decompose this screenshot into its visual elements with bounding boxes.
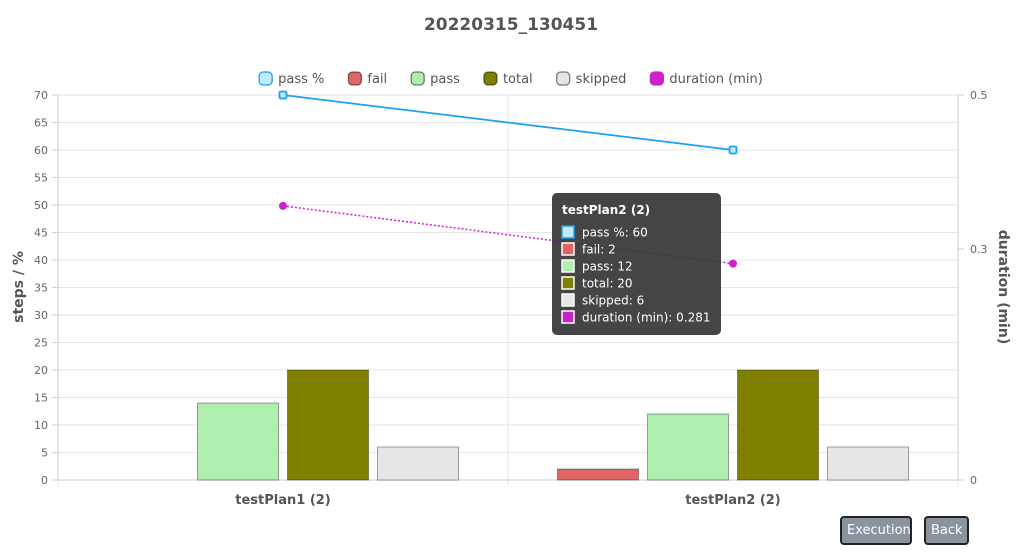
axes: 0 5 10 15 20 25 30 35 40 45 50 55 60 65 70 0 0.3 0.5 testP… (34, 89, 988, 508)
y-left-tick-label: 0 (41, 474, 48, 487)
legend-label-duration-min: duration (min) (669, 72, 763, 87)
bar-fail[interactable] (557, 468, 639, 481)
tooltip-line: skipped: 6 (582, 294, 644, 308)
bar-total[interactable] (737, 369, 819, 481)
y-left-tick-label: 10 (34, 419, 48, 432)
y-left-tick-label: 5 (41, 447, 48, 460)
tooltip: testPlan2 (2) pass %: 60 fail: 2 pass: 12 to… (552, 193, 721, 335)
tooltip-swatch-pass (561, 259, 575, 273)
legend-label-fail: fail (367, 72, 387, 87)
bar-total[interactable] (287, 369, 369, 481)
legend-label-skipped: skipped (576, 72, 627, 87)
point-pass[interactable] (728, 145, 738, 155)
bar-pass[interactable] (647, 413, 729, 481)
bar-skipped[interactable] (827, 446, 909, 481)
x-tick-label: testPlan2 (2) (685, 493, 781, 508)
y-axis-left-title: steps / % (11, 251, 27, 323)
y-left-tick-label: 65 (34, 117, 48, 130)
y-left-tick-label: 45 (34, 227, 48, 240)
tooltip-swatch-total (561, 276, 575, 290)
y-left-tick-label: 50 (34, 199, 48, 212)
chart-title: 20220315_130451 (424, 15, 598, 35)
y-right-tick-label: 0.5 (970, 89, 988, 102)
y-left-tick-label: 55 (34, 172, 48, 185)
tooltip-swatch-skipped (561, 293, 575, 307)
point-duration-min[interactable] (729, 259, 737, 268)
legend-swatch-skipped[interactable] (556, 71, 571, 86)
legend-label-pass: pass (430, 72, 460, 87)
y-left-tick-label: 40 (34, 254, 48, 267)
point-duration-min[interactable] (279, 201, 287, 210)
y-left-tick-label: 25 (34, 337, 48, 350)
legend-swatch-fail[interactable] (347, 71, 363, 86)
legend-swatch-duration-min[interactable] (649, 71, 665, 86)
tooltip-swatch-pass (561, 225, 575, 239)
legend-label-pass: pass % (278, 72, 324, 87)
y-axis-right-title: duration (min) (995, 230, 1011, 344)
tooltip-title: testPlan2 (2) (562, 203, 650, 217)
chart: 20220315_130451 pass % fail pass total skipp… (11, 15, 1011, 508)
legend-swatch-total[interactable] (483, 71, 498, 86)
legend-swatch-pass[interactable] (258, 71, 273, 86)
y-left-tick-label: 30 (34, 309, 48, 322)
tooltip-line: fail: 2 (582, 243, 616, 257)
legend[interactable]: pass % fail pass total skipped duration (min) (258, 71, 763, 87)
legend-swatch-pass[interactable] (410, 71, 425, 86)
y-right-tick-label: 0.3 (970, 243, 988, 256)
y-left-tick-label: 15 (34, 392, 48, 405)
y-left-tick-label: 20 (34, 364, 48, 377)
y-left-tick-label: 35 (34, 282, 48, 295)
execution-button[interactable]: Execution (840, 516, 912, 545)
bar-pass[interactable] (197, 402, 279, 481)
tooltip-line: pass %: 60 (582, 226, 648, 240)
y-left-tick-label: 60 (34, 144, 48, 157)
x-tick-label: testPlan1 (2) (235, 493, 331, 508)
point-pass[interactable] (278, 90, 288, 100)
tooltip-line: pass: 12 (582, 260, 633, 274)
legend-label-total: total (503, 72, 533, 87)
grid (57, 94, 959, 486)
tooltip-line: duration (min): 0.281 (582, 311, 711, 325)
y-right-tick-label: 0 (970, 474, 977, 487)
tooltip-line: total: 20 (582, 277, 633, 291)
tooltip-swatch-duration-min (561, 310, 575, 324)
tooltip-swatch-fail (561, 242, 575, 256)
back-button[interactable]: Back (924, 516, 969, 545)
y-left-tick-label: 70 (34, 89, 48, 102)
bar-skipped[interactable] (377, 446, 459, 481)
